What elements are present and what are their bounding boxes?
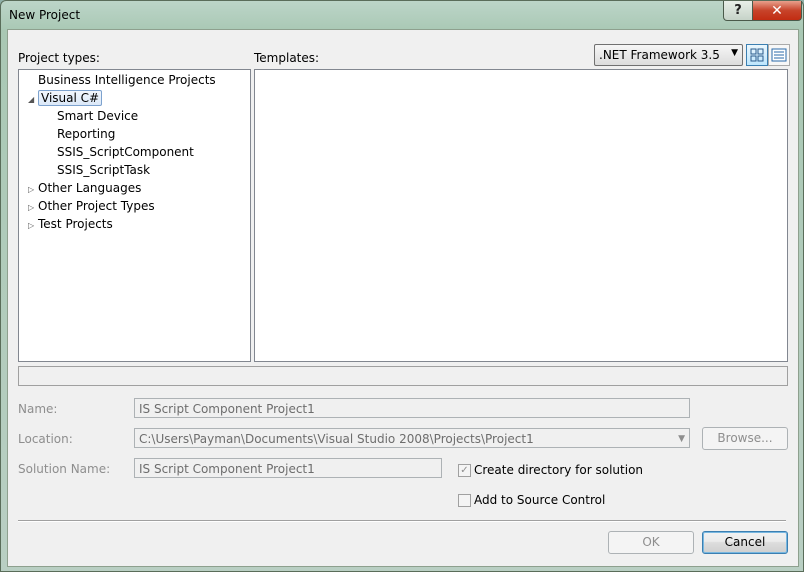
title-bar[interactable]: New Project ? ✕ <box>1 1 803 29</box>
cancel-button[interactable]: Cancel <box>702 531 788 554</box>
expand-arrow-icon[interactable]: ◢ <box>28 91 38 109</box>
ok-button[interactable]: OK <box>608 531 694 554</box>
templates-list[interactable] <box>254 69 788 362</box>
framework-select-value: .NET Framework 3.5 <box>599 48 720 62</box>
browse-button[interactable]: Browse... <box>702 427 788 450</box>
create-directory-checkbox[interactable]: ✓ <box>458 464 471 477</box>
divider <box>18 520 786 522</box>
tree-item-label: Reporting <box>57 127 116 141</box>
name-field[interactable]: IS Script Component Project1 <box>134 398 690 418</box>
framework-select[interactable]: .NET Framework 3.5 ▼ <box>594 44 743 66</box>
tree-item[interactable]: ▷ Other Project Types <box>28 197 155 215</box>
location-value: C:\Users\Payman\Documents\Visual Studio … <box>139 432 534 446</box>
dialog-body: Project types: Templates: .NET Framework… <box>7 29 799 567</box>
solution-name-label: Solution Name: <box>18 462 111 476</box>
project-types-label: Project types: <box>18 51 100 65</box>
list-view-icon <box>771 48 787 62</box>
description-bar <box>18 366 788 386</box>
tree-item-label: Visual C# <box>38 90 103 106</box>
help-icon: ? <box>734 3 742 18</box>
check-icon: ✓ <box>460 465 469 476</box>
name-label: Name: <box>18 402 58 416</box>
large-icons-view-button[interactable] <box>746 44 768 66</box>
location-combo[interactable]: C:\Users\Payman\Documents\Visual Studio … <box>134 428 690 448</box>
project-types-tree[interactable]: Business Intelligence Projects ◢ Visual C#… <box>18 69 251 362</box>
tree-item-label: Other Languages <box>38 181 142 195</box>
tree-item[interactable]: Reporting <box>47 125 115 143</box>
chevron-down-icon: ▼ <box>678 434 685 444</box>
tree-item[interactable]: Business Intelligence Projects <box>28 71 216 89</box>
templates-label: Templates: <box>254 51 320 65</box>
tree-item-label: Other Project Types <box>38 199 155 213</box>
tree-item[interactable]: SSIS_ScriptTask <box>47 161 150 179</box>
new-project-dialog: New Project ? ✕ Project types: Templates… <box>0 0 804 572</box>
solution-name-field[interactable]: IS Script Component Project1 <box>134 458 442 478</box>
chevron-down-icon: ▼ <box>731 48 738 58</box>
tree-item-label: SSIS_ScriptComponent <box>57 145 194 159</box>
tree-item[interactable]: SSIS_ScriptComponent <box>47 143 194 161</box>
source-control-checkbox[interactable] <box>458 494 471 507</box>
tree-item-label: SSIS_ScriptTask <box>57 163 151 177</box>
close-icon: ✕ <box>771 2 783 19</box>
help-button[interactable]: ? <box>723 1 753 21</box>
source-control-label: Add to Source Control <box>474 493 606 507</box>
tree-item[interactable]: ◢ Visual C# <box>28 89 103 109</box>
tree-item-label: Test Projects <box>38 217 113 231</box>
location-label: Location: <box>18 432 73 446</box>
close-button[interactable]: ✕ <box>752 1 802 21</box>
expand-arrow-icon[interactable]: ▷ <box>28 217 38 235</box>
tree-item[interactable]: ▷ Test Projects <box>28 215 113 233</box>
tree-item[interactable]: ▷ Other Languages <box>28 179 141 197</box>
window-title: New Project <box>9 8 81 22</box>
small-icons-view-button[interactable] <box>768 44 790 66</box>
large-icons-icon <box>750 48 764 62</box>
create-directory-label: Create directory for solution <box>474 463 644 477</box>
tree-item-label: Smart Device <box>57 109 139 123</box>
tree-item-label: Business Intelligence Projects <box>38 73 216 87</box>
tree-item[interactable]: Smart Device <box>47 107 138 125</box>
